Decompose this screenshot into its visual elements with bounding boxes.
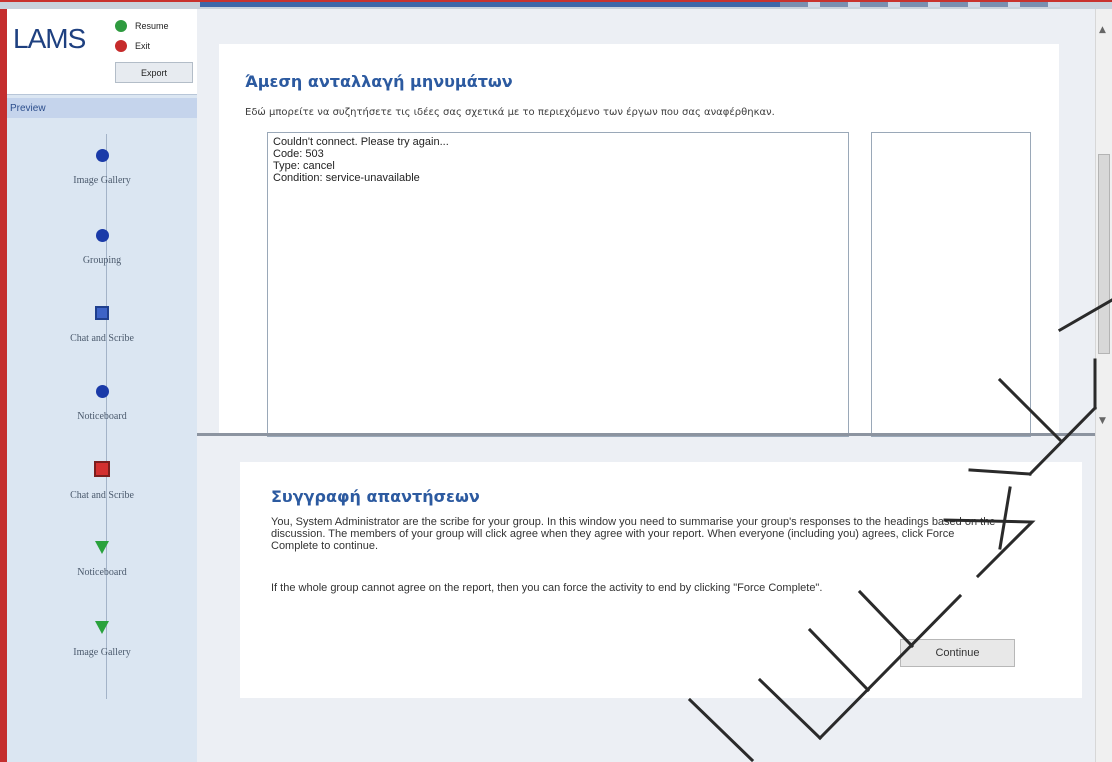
- scribe-title: Συγγραφή απαντήσεων: [271, 487, 480, 506]
- scroll-up-arrow-icon[interactable]: ▲: [1099, 25, 1106, 35]
- current-square-icon: [95, 306, 109, 320]
- scribe-force-complete-note: If the whole group cannot agree on the r…: [271, 582, 823, 594]
- completed-circle-icon: [95, 229, 109, 242]
- activity-label: Image Gallery: [73, 175, 131, 186]
- exit-label: Exit: [135, 41, 151, 51]
- chat-user-list[interactable]: [871, 132, 1031, 437]
- chat-message: Code: 503: [273, 148, 324, 160]
- activity-grouping[interactable]: Grouping: [7, 229, 197, 266]
- activity-image-gallery[interactable]: Image Gallery: [7, 149, 197, 186]
- vertical-scrollbar[interactable]: ▲ ▼: [1095, 9, 1112, 762]
- completed-circle-icon: [95, 149, 109, 162]
- export-button[interactable]: Export: [115, 62, 193, 83]
- activity-label: Chat and Scribe: [70, 333, 134, 344]
- scroll-down-arrow-icon[interactable]: ▼: [1099, 416, 1106, 426]
- activity-label: Noticeboard: [77, 567, 127, 578]
- exit-button[interactable]: Exit: [115, 37, 150, 55]
- sidebar-header: LAMS Resume Exit Export: [7, 9, 197, 95]
- left-frame-border: [0, 9, 7, 762]
- sequence-sidebar: LAMS Resume Exit Export Preview Image Ga…: [7, 9, 197, 762]
- future-triangle-icon: [95, 541, 109, 554]
- frame-splitter[interactable]: [197, 433, 1095, 436]
- chat-message: Type: cancel: [273, 160, 335, 172]
- lams-logo: LAMS: [13, 23, 86, 54]
- activity-label: Noticeboard: [77, 411, 127, 422]
- activity-chat-and-scribe-stop[interactable]: Chat and Scribe: [7, 461, 197, 501]
- resume-label: Resume: [135, 21, 169, 31]
- preview-label: Preview: [7, 98, 197, 118]
- completed-circle-icon: [95, 385, 109, 398]
- continue-button[interactable]: Continue: [900, 639, 1015, 667]
- activity-content: Άμεση ανταλλαγή μηνυμάτων Εδώ μπορείτε ν…: [197, 9, 1095, 762]
- chat-description: Εδώ μπορείτε να συζητήσετε τις ιδέες σας…: [245, 107, 775, 118]
- scrollbar-thumb[interactable]: [1098, 154, 1110, 354]
- activity-chat-and-scribe-current[interactable]: Chat and Scribe: [7, 306, 197, 344]
- activity-label: Image Gallery: [73, 647, 131, 658]
- scribe-instructions: You, System Administrator are the scribe…: [271, 516, 996, 552]
- chat-title: Άμεση ανταλλαγή μηνυμάτων: [245, 72, 513, 91]
- window-title-bar: [0, 0, 1112, 9]
- chat-message: Condition: service-unavailable: [273, 172, 420, 184]
- activity-label: Chat and Scribe: [70, 490, 134, 501]
- exit-icon: [115, 40, 127, 52]
- activity-image-gallery-future[interactable]: Image Gallery: [7, 621, 197, 658]
- stop-square-icon: [94, 461, 110, 477]
- activity-label: Grouping: [82, 255, 122, 266]
- resume-icon: [115, 20, 127, 32]
- resume-button[interactable]: Resume: [115, 17, 169, 35]
- activity-noticeboard-future[interactable]: Noticeboard: [7, 541, 197, 578]
- future-triangle-icon: [95, 621, 109, 634]
- title-bar-controls: [780, 2, 1060, 7]
- activity-noticeboard[interactable]: Noticeboard: [7, 385, 197, 422]
- chat-message-area[interactable]: Couldn't connect. Please try again... Co…: [267, 132, 849, 437]
- chat-message: Couldn't connect. Please try again...: [273, 136, 449, 148]
